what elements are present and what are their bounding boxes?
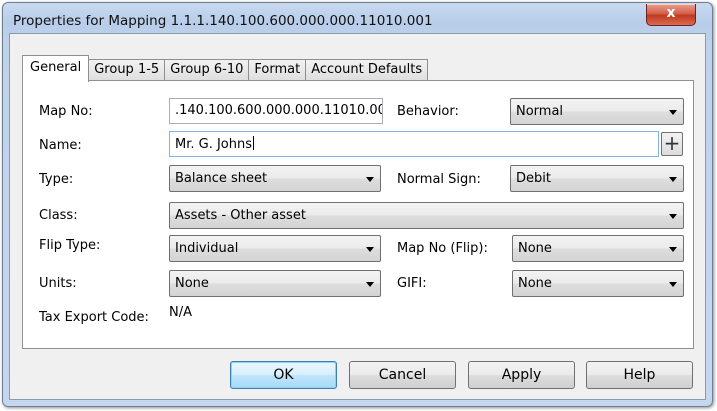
class-label: Class:: [39, 208, 78, 223]
normal-sign-value: Debit: [516, 171, 551, 186]
properties-dialog: Properties for Mapping 1.1.1.140.100.600…: [2, 2, 713, 407]
units-value: None: [175, 276, 209, 291]
type-select[interactable]: Balance sheet: [169, 165, 381, 192]
class-select[interactable]: Assets - Other asset: [169, 202, 684, 229]
tab-general[interactable]: General: [22, 55, 90, 82]
gifi-label: GIFI:: [397, 276, 427, 291]
name-field[interactable]: Mr. G. Johns: [169, 131, 659, 157]
cancel-button[interactable]: Cancel: [349, 361, 456, 389]
chevron-down-icon: [366, 282, 374, 287]
apply-button[interactable]: Apply: [468, 361, 575, 389]
tab-group-6-10[interactable]: Group 6-10: [164, 59, 250, 81]
add-name-button[interactable]: +: [661, 132, 683, 156]
tab-strip: General Group 1-5 Group 6-10 Format Acco…: [22, 55, 429, 82]
ok-button[interactable]: OK: [230, 361, 337, 389]
map-no-field[interactable]: .140.100.600.000.000.11010.001: [169, 98, 383, 124]
map-no-flip-value: None: [518, 241, 552, 256]
normal-sign-select[interactable]: Debit: [510, 165, 684, 192]
chevron-down-icon: [669, 214, 677, 219]
name-label: Name:: [39, 138, 82, 153]
name-value: Mr. G. Johns: [175, 137, 253, 152]
gifi-value: None: [518, 276, 552, 291]
dialog-client-area: General Group 1-5 Group 6-10 Format Acco…: [9, 33, 706, 400]
units-label: Units:: [39, 276, 77, 291]
tax-export-code-value: N/A: [169, 305, 192, 320]
chevron-down-icon: [669, 110, 677, 115]
class-value: Assets - Other asset: [175, 208, 306, 223]
chevron-down-icon: [366, 247, 374, 252]
flip-type-value: Individual: [175, 241, 239, 256]
chevron-down-icon: [366, 177, 374, 182]
map-no-label: Map No:: [39, 104, 93, 119]
text-caret: [253, 136, 255, 150]
tab-account-defaults[interactable]: Account Defaults: [305, 59, 429, 81]
chevron-down-icon: [669, 247, 677, 252]
chevron-down-icon: [669, 282, 677, 287]
window-title: Properties for Mapping 1.1.1.140.100.600…: [13, 13, 433, 29]
close-icon: x: [666, 5, 676, 21]
map-no-flip-label: Map No (Flip):: [397, 241, 488, 256]
close-button[interactable]: x: [646, 4, 696, 26]
behavior-value: Normal: [516, 104, 564, 119]
tab-format[interactable]: Format: [248, 59, 307, 81]
plus-icon: +: [663, 131, 681, 155]
normal-sign-label: Normal Sign:: [397, 172, 481, 187]
behavior-label: Behavior:: [397, 104, 459, 119]
tax-export-code-label: Tax Export Code:: [39, 310, 149, 325]
map-no-value: .140.100.600.000.000.11010.001: [175, 103, 383, 118]
units-select[interactable]: None: [169, 270, 381, 297]
flip-type-label: Flip Type:: [39, 238, 101, 253]
general-tab-panel: Map No: .140.100.600.000.000.11010.001 B…: [22, 80, 694, 349]
help-button[interactable]: Help: [586, 361, 693, 389]
map-no-flip-select[interactable]: None: [512, 235, 684, 262]
chevron-down-icon: [669, 177, 677, 182]
type-value: Balance sheet: [175, 171, 268, 186]
behavior-select[interactable]: Normal: [510, 98, 684, 125]
type-label: Type:: [39, 172, 74, 187]
tab-group-1-5[interactable]: Group 1-5: [88, 59, 166, 81]
flip-type-select[interactable]: Individual: [169, 235, 381, 262]
gifi-select[interactable]: None: [512, 270, 684, 297]
